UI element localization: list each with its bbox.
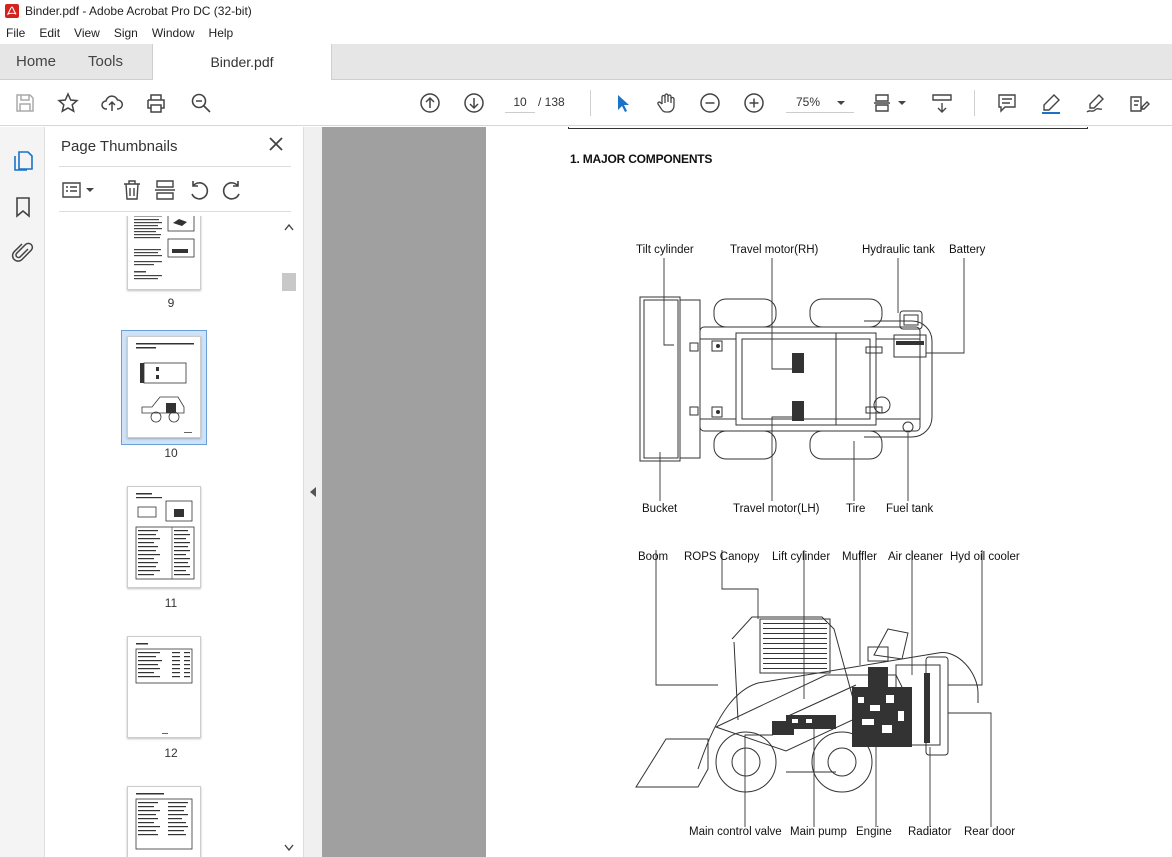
thumbnail-page-number: 11 [164, 596, 178, 610]
label-battery: Battery [949, 244, 986, 256]
menu-window[interactable]: Window [152, 26, 195, 40]
label-engine: Engine [856, 826, 892, 838]
page-thumbnail[interactable] [127, 216, 201, 290]
label-main-pump: Main pump [790, 826, 847, 838]
thumbnail-scrollbar[interactable] [281, 218, 297, 857]
select-cursor-icon[interactable] [610, 91, 634, 115]
page-fit-icon[interactable] [872, 91, 906, 115]
draw-sign-icon[interactable] [1083, 91, 1107, 115]
label-radiator: Radiator [908, 826, 952, 838]
thumbnail-page-number: 9 [167, 296, 175, 310]
label-hyd-oil-cooler: Hyd oil cooler [950, 551, 1020, 563]
page-thumbnail[interactable] [127, 636, 201, 738]
label-fuel-tank: Fuel tank [886, 503, 934, 515]
thumbnail-preview [136, 343, 194, 433]
thumbnail-page-number: 12 [164, 746, 178, 760]
page-thumbnail[interactable] [127, 486, 201, 588]
rotate-counterclockwise-icon[interactable] [187, 178, 211, 202]
window-titlebar: Binder.pdf - Adobe Acrobat Pro DC (32-bi… [0, 0, 1172, 22]
pdf-page: 1. MAJOR COMPONENTS Tilt cylinder Travel… [486, 127, 1172, 857]
label-bucket: Bucket [642, 503, 678, 515]
label-travel-motor-lh: Travel motor(LH) [733, 503, 820, 515]
thumbnail-options-icon[interactable] [61, 178, 95, 202]
main-control-valve-shape [772, 721, 794, 735]
previous-page-icon[interactable] [418, 91, 442, 115]
page-number-input[interactable]: 10 [505, 91, 535, 113]
bookmark-icon[interactable] [11, 195, 35, 219]
delete-page-icon[interactable] [120, 178, 144, 202]
tab-home[interactable]: Home [16, 44, 56, 80]
fill-sign-icon[interactable] [1127, 91, 1151, 115]
label-tire: Tire [846, 503, 866, 515]
upload-cloud-icon[interactable] [100, 91, 124, 115]
zoom-search-icon[interactable] [189, 91, 213, 115]
page-total: / 138 [538, 95, 565, 109]
next-page-icon[interactable] [462, 91, 486, 115]
muffler-shape [868, 667, 888, 689]
panel-divider [59, 166, 291, 167]
zoom-in-icon[interactable] [742, 91, 766, 115]
comment-icon[interactable] [995, 91, 1019, 115]
zoom-out-icon[interactable] [698, 91, 722, 115]
label-main-control-valve: Main control valve [689, 826, 782, 838]
hand-tool-icon[interactable] [654, 91, 678, 115]
page-thumbnail-selected[interactable] [127, 336, 201, 438]
panel-divider [59, 211, 291, 212]
window-title: Binder.pdf - Adobe Acrobat Pro DC (32-bi… [25, 4, 252, 18]
close-icon[interactable] [267, 135, 285, 153]
major-components-diagram [635, 258, 992, 827]
tab-document[interactable]: Binder.pdf [152, 44, 332, 81]
bucket-side-shape [635, 738, 709, 788]
collapse-arrow-icon[interactable] [310, 487, 316, 497]
travel-motor-rh-shape [792, 353, 804, 373]
menu-bar: File Edit View Sign Window Help [0, 22, 1172, 44]
document-view[interactable]: 1. MAJOR COMPONENTS Tilt cylinder Travel… [322, 127, 1172, 857]
thumbnail-page-number: 10 [164, 446, 178, 460]
rotate-clockwise-icon[interactable] [220, 178, 244, 202]
label-rops-canopy: ROPS Canopy [684, 551, 760, 563]
panel-title: Page Thumbnails [61, 138, 178, 155]
menu-file[interactable]: File [6, 26, 25, 40]
label-air-cleaner: Air cleaner [888, 551, 943, 563]
thumbnail-list: 9 10 11 12 [59, 216, 283, 857]
star-icon[interactable] [56, 91, 80, 115]
thumbnail-preview [135, 643, 193, 734]
page-thumbnails-panel: Page Thumbnails 9 10 11 12 [45, 127, 303, 857]
acrobat-logo-icon [5, 4, 19, 18]
tab-tools[interactable]: Tools [88, 44, 123, 80]
menu-sign[interactable]: Sign [114, 26, 138, 40]
print-icon[interactable] [144, 91, 168, 115]
menu-view[interactable]: View [74, 26, 100, 40]
highlight-pen-icon[interactable] [1039, 91, 1063, 115]
label-muffler: Muffler [842, 551, 877, 563]
thumbnail-preview [134, 216, 195, 280]
scroll-mode-icon[interactable] [930, 91, 954, 115]
chevron-down-icon[interactable] [834, 91, 848, 115]
label-boom: Boom [638, 551, 669, 563]
tab-bar: Home Tools Binder.pdf [0, 44, 1172, 81]
page-thumbnail[interactable] [127, 786, 201, 857]
extract-pages-icon[interactable] [153, 178, 177, 202]
panel-collapse-handle[interactable] [303, 127, 322, 857]
toolbar-divider [974, 90, 975, 116]
thumbnail-preview [135, 493, 195, 580]
label-lift-cylinder: Lift cylinder [772, 551, 831, 563]
label-tilt-cylinder: Tilt cylinder [636, 244, 694, 256]
left-navigation-rail [0, 127, 45, 857]
menu-help[interactable]: Help [209, 26, 234, 40]
label-travel-motor-rh: Travel motor(RH) [730, 244, 819, 256]
save-icon[interactable] [13, 91, 37, 115]
bucket-shape [639, 296, 681, 462]
attachment-icon[interactable] [11, 241, 35, 265]
label-hydraulic-tank: Hydraulic tank [862, 244, 935, 256]
thumbnail-preview [135, 793, 193, 850]
travel-motor-lh-shape [792, 401, 804, 421]
menu-edit[interactable]: Edit [39, 26, 60, 40]
label-rear-door: Rear door [964, 826, 1016, 838]
toolbar-divider [590, 90, 591, 116]
page-thumbnails-icon[interactable] [11, 149, 35, 173]
battery-shape [893, 334, 927, 358]
